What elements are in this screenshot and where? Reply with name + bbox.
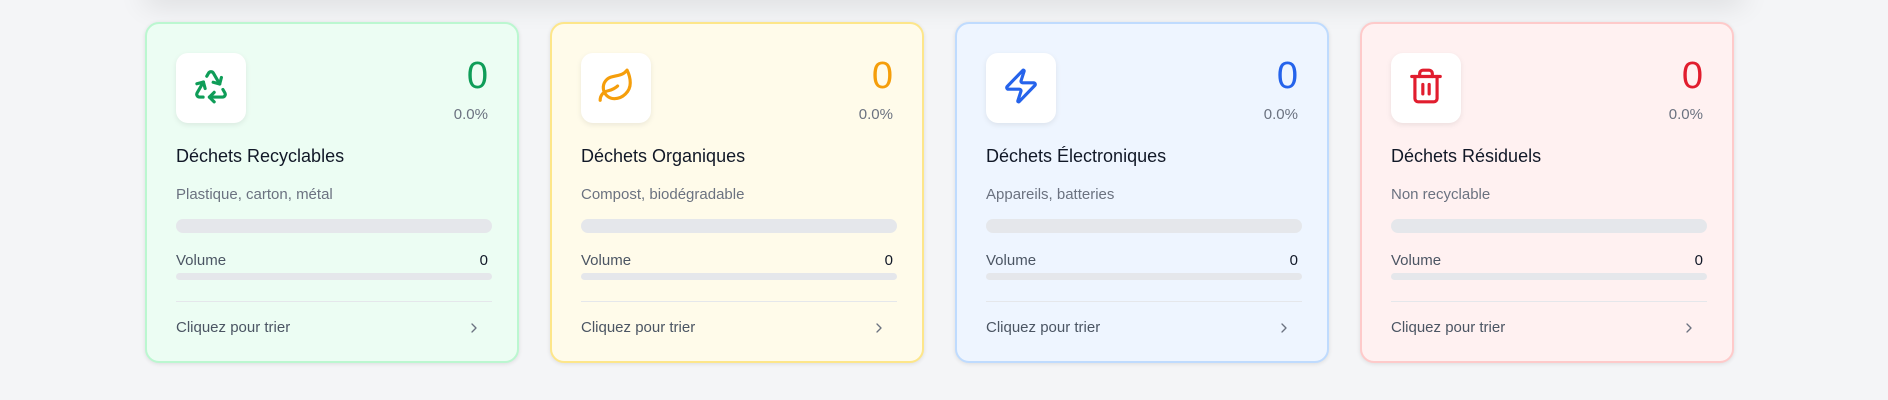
divider <box>1391 301 1707 302</box>
volume-value: 0 <box>1289 252 1298 269</box>
card-title: Déchets Résiduels <box>1391 146 1542 166</box>
count-value: 0 <box>466 55 488 97</box>
volume-label: Volume <box>986 252 1037 269</box>
recycle-icon <box>192 67 230 110</box>
volume-label: Volume <box>176 252 227 269</box>
icon-box <box>1391 53 1461 123</box>
chevron-right-icon[interactable] <box>871 319 887 337</box>
volume-label: Volume <box>581 252 632 269</box>
chevron-right-icon[interactable] <box>1681 319 1697 337</box>
waste-category-grid: 0 0.0% Déchets Recyclables Plastique, ca… <box>145 22 1743 363</box>
progress-bar <box>1391 219 1707 233</box>
percent-value: 0.0% <box>453 106 488 123</box>
card-subtitle: Appareils, batteries <box>986 186 1115 203</box>
card-residuals[interactable]: 0 0.0% Déchets Résiduels Non recyclable … <box>1360 22 1734 363</box>
sort-action-label[interactable]: Cliquez pour trier <box>581 319 695 336</box>
progress-bar <box>986 219 1302 233</box>
card-title: Déchets Organiques <box>581 146 746 166</box>
lightning-icon <box>1002 67 1040 110</box>
card-title: Déchets Recyclables <box>176 146 345 166</box>
volume-value: 0 <box>1694 252 1703 269</box>
card-recyclables[interactable]: 0 0.0% Déchets Recyclables Plastique, ca… <box>145 22 519 363</box>
card-title: Déchets Électroniques <box>986 146 1167 166</box>
card-subtitle: Non recyclable <box>1391 186 1491 203</box>
sort-action-label[interactable]: Cliquez pour trier <box>986 319 1100 336</box>
volume-value: 0 <box>479 252 488 269</box>
divider <box>176 301 492 302</box>
icon-box <box>176 53 246 123</box>
count-value: 0 <box>871 55 893 97</box>
leaf-icon <box>597 67 635 110</box>
card-subtitle: Compost, biodégradable <box>581 186 745 203</box>
volume-label: Volume <box>1391 252 1442 269</box>
volume-value: 0 <box>884 252 893 269</box>
card-electronics[interactable]: 0 0.0% Déchets Électroniques Appareils, … <box>955 22 1329 363</box>
count-value: 0 <box>1681 55 1703 97</box>
sort-action-label[interactable]: Cliquez pour trier <box>1391 319 1505 336</box>
card-organics[interactable]: 0 0.0% Déchets Organiques Compost, biodé… <box>550 22 924 363</box>
progress-bar <box>176 219 492 233</box>
trash-icon <box>1407 67 1445 110</box>
sort-action-label[interactable]: Cliquez pour trier <box>176 319 290 336</box>
percent-value: 0.0% <box>1263 106 1298 123</box>
count-value: 0 <box>1276 55 1298 97</box>
chevron-right-icon[interactable] <box>1276 319 1292 337</box>
icon-box <box>986 53 1056 123</box>
percent-value: 0.0% <box>858 106 893 123</box>
divider <box>581 301 897 302</box>
volume-bar <box>986 273 1302 280</box>
divider <box>986 301 1302 302</box>
chevron-right-icon[interactable] <box>466 319 482 337</box>
volume-bar <box>581 273 897 280</box>
volume-bar <box>1391 273 1707 280</box>
volume-bar <box>176 273 492 280</box>
percent-value: 0.0% <box>1668 106 1703 123</box>
card-subtitle: Plastique, carton, métal <box>176 186 333 203</box>
progress-bar <box>581 219 897 233</box>
icon-box <box>581 53 651 123</box>
